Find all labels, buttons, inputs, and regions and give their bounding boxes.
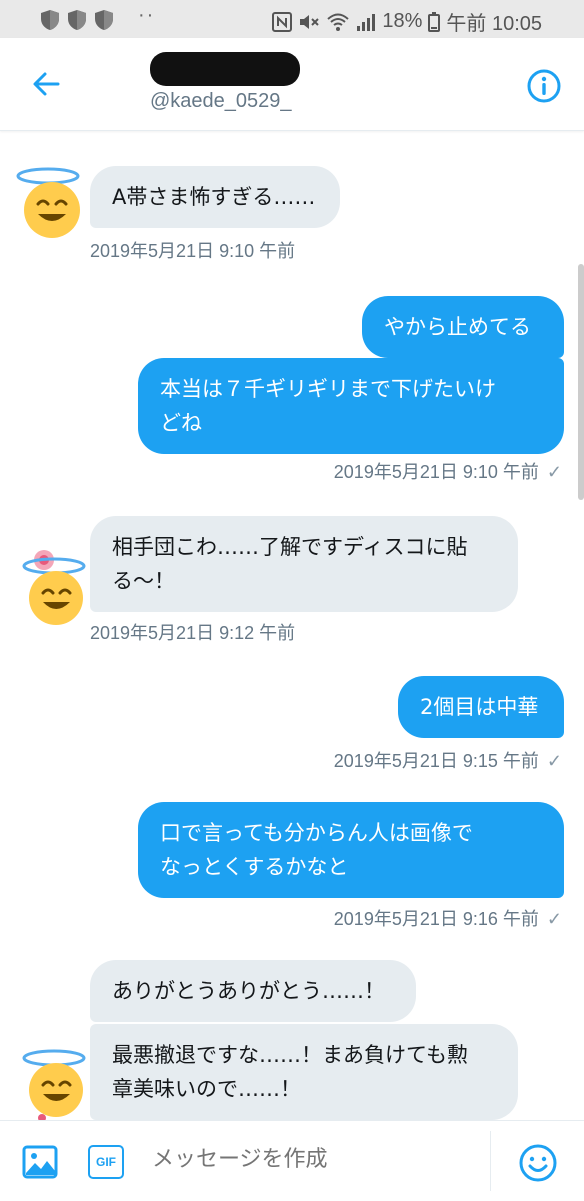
read-check-icon: ✓ [546, 462, 562, 482]
gif-button[interactable]: GIF [88, 1145, 124, 1179]
shield-icon [41, 10, 59, 30]
wifi-icon [327, 13, 350, 31]
message-text: やから止めてる [384, 315, 531, 339]
redacted-display-name [150, 52, 300, 86]
read-check-icon: ✓ [546, 909, 562, 929]
message-timestamp: 2019年5月21日 9:10 午前 ✓ [333, 462, 562, 482]
back-arrow-icon[interactable] [28, 66, 64, 102]
message-bubble-incoming[interactable]: 相手団こわ……了解ですディスコに貼 る～！ [90, 516, 518, 612]
message-input[interactable] [152, 1139, 472, 1179]
message-text: 章美味いので……！ [112, 1077, 301, 1101]
avatar[interactable] [14, 546, 94, 626]
mute-icon [300, 14, 320, 29]
message-bubble-outgoing[interactable]: 口で言っても分からん人は画像で なっとくするかなと [138, 802, 564, 898]
message-timestamp: 2019年5月21日 9:16 午前 ✓ [333, 909, 562, 929]
info-icon[interactable] [526, 68, 562, 104]
conversation-header: ) @kaede_0529_ [0, 38, 584, 131]
scrollbar[interactable] [578, 264, 584, 500]
nfc-icon [272, 11, 293, 32]
message-timestamp: 2019年5月21日 9:12 午前 [90, 623, 296, 643]
battery-icon [428, 11, 441, 32]
composer-divider [490, 1131, 491, 1191]
message-text: 相手団こわ……了解ですディスコに貼 [112, 535, 468, 559]
avatar[interactable] [8, 160, 88, 240]
user-handle[interactable]: @kaede_0529_ [150, 90, 292, 113]
message-composer: GIF [0, 1120, 584, 1201]
message-text: 2個目は中華 [420, 695, 539, 719]
message-text: 最悪撤退ですな……！まあ負けても勲 [112, 1043, 468, 1067]
more-icon: ·· [138, 4, 156, 26]
status-bar: ·· 18% 午前 10:05 [0, 0, 584, 38]
shield-icon [95, 10, 113, 30]
avatar[interactable] [14, 1042, 94, 1122]
battery-percent: 18% [382, 10, 423, 32]
message-text: 本当は７千ギリギリまで下げたいけ [160, 377, 496, 401]
image-icon[interactable] [22, 1145, 58, 1179]
emoji-icon[interactable] [518, 1143, 558, 1183]
signal-icon [357, 13, 376, 31]
message-timestamp: 2019年5月21日 9:15 午前 ✓ [333, 751, 562, 771]
read-check-icon: ✓ [546, 751, 562, 771]
message-bubble-outgoing[interactable]: 2個目は中華 [398, 676, 564, 738]
message-text: 口で言っても分からん人は画像で [160, 821, 473, 845]
message-bubble-incoming[interactable]: ありがとうありがとう……！ [90, 960, 416, 1022]
message-text: る～！ [112, 569, 175, 593]
message-list[interactable]: A帯さま怖すぎる…… 2019年5月21日 9:10 午前 やから止めてる 本当… [0, 130, 584, 1122]
shield-icon [68, 10, 86, 30]
message-bubble-outgoing[interactable]: 本当は７千ギリギリまで下げたいけ どね [138, 358, 564, 454]
message-bubble-incoming[interactable]: 最悪撤退ですな……！まあ負けても勲 章美味いので……！ [90, 1024, 518, 1120]
message-timestamp: 2019年5月21日 9:10 午前 [90, 241, 296, 261]
message-text: ありがとうありがとう……！ [112, 979, 385, 1003]
message-text: A帯さま怖すぎる…… [112, 185, 316, 209]
status-indicators: 18% 午前 10:05 [272, 7, 542, 36]
message-bubble-outgoing[interactable]: やから止めてる [362, 296, 564, 358]
clock: 午前 10:05 [446, 13, 542, 35]
message-text: なっとくするかなと [160, 855, 349, 879]
message-text: どね [160, 411, 202, 435]
display-name-fragment: ) [288, 56, 299, 84]
notification-icons [40, 9, 114, 31]
message-bubble-incoming[interactable]: A帯さま怖すぎる…… [90, 166, 340, 228]
